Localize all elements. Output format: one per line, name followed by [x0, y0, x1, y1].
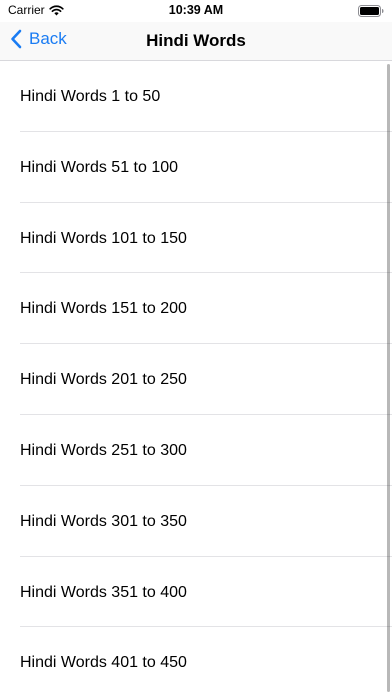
- list-item-401-to-450[interactable]: Hindi Words 401 to 450: [0, 627, 392, 696]
- list-item-51-to-100[interactable]: Hindi Words 51 to 100: [0, 132, 392, 203]
- list-item-label: Hindi Words 401 to 450: [20, 654, 187, 672]
- list-item-351-to-400[interactable]: Hindi Words 351 to 400: [0, 557, 392, 628]
- app-screen: Carrier 10:39 AM Back Hindi Words Hindi …: [0, 0, 392, 696]
- list-item-label: Hindi Words 201 to 250: [20, 371, 187, 389]
- list-item-label: Hindi Words 101 to 150: [20, 229, 187, 247]
- list-item-251-to-300[interactable]: Hindi Words 251 to 300: [0, 415, 392, 486]
- word-range-list: Hindi Words 1 to 50 Hindi Words 51 to 10…: [0, 61, 392, 696]
- list-item-label: Hindi Words 351 to 400: [20, 583, 187, 601]
- list-item-label: Hindi Words 301 to 350: [20, 512, 187, 530]
- page-title: Hindi Words: [146, 31, 246, 50]
- list-item-101-to-150[interactable]: Hindi Words 101 to 150: [0, 203, 392, 274]
- list-item-201-to-250[interactable]: Hindi Words 201 to 250: [0, 344, 392, 415]
- list-item-301-to-350[interactable]: Hindi Words 301 to 350: [0, 486, 392, 557]
- status-time: 10:39 AM: [168, 3, 224, 17]
- list-item-label: Hindi Words 51 to 100: [20, 158, 179, 176]
- list-item-label: Hindi Words 151 to 200: [20, 300, 187, 318]
- battery-icon: [358, 5, 384, 17]
- list-item-1-to-50[interactable]: Hindi Words 1 to 50: [0, 61, 392, 132]
- list-item-151-to-200[interactable]: Hindi Words 151 to 200: [0, 273, 392, 345]
- list-item-label: Hindi Words 251 to 300: [20, 441, 187, 459]
- status-bar: Carrier 10:39 AM: [0, 0, 392, 22]
- vertical-scroll-indicator[interactable]: [387, 64, 390, 692]
- navigation-bar: Back Hindi Words: [0, 22, 392, 61]
- list-item-label: Hindi Words 1 to 50: [20, 88, 161, 105]
